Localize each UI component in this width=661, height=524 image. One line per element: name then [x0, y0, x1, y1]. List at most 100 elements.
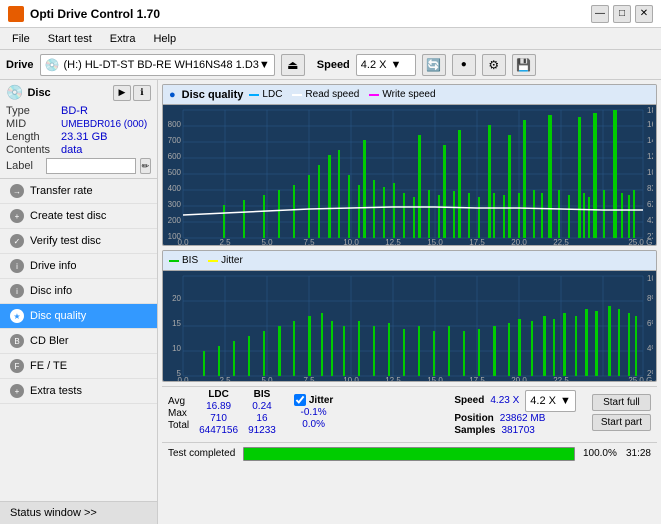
status-window-button[interactable]: Status window >> — [0, 501, 157, 524]
speed-stat-select[interactable]: 4.2 X ▼ — [525, 390, 576, 412]
svg-text:5.0: 5.0 — [261, 376, 273, 381]
sidebar-item-disc-quality[interactable]: ★ Disc quality — [0, 304, 157, 329]
extra-tests-label: Extra tests — [30, 385, 82, 397]
settings-button[interactable]: ⚙ — [482, 54, 506, 76]
disc-label-input[interactable] — [46, 158, 136, 174]
drive-value: (H:) HL-DT-ST BD-RE WH16NS48 1.D3 — [63, 59, 258, 71]
save-button[interactable]: 💾 — [512, 54, 536, 76]
chart-2-svg: 5 10 15 20 2% 4% 6% 8% 10% 0.0 2.5 5.0 — [163, 271, 653, 381]
svg-text:12.5: 12.5 — [385, 376, 401, 381]
sidebar-item-verify-test-disc[interactable]: ✓ Verify test disc — [0, 229, 157, 254]
start-full-button[interactable]: Start full — [592, 394, 651, 411]
svg-text:22.5: 22.5 — [553, 238, 569, 245]
chart2-legend: BIS Jitter — [169, 255, 243, 266]
svg-text:17.5: 17.5 — [469, 238, 485, 245]
speed-select[interactable]: 4.2 X ▼ — [356, 54, 416, 76]
cd-bler-label: CD Bler — [30, 335, 69, 347]
drive-info-label: Drive info — [30, 260, 76, 272]
avg-jitter-value: -0.1% — [294, 407, 333, 418]
svg-text:800: 800 — [168, 120, 182, 129]
svg-text:5.0: 5.0 — [261, 238, 273, 245]
sidebar-item-fe-te[interactable]: F FE / TE — [0, 354, 157, 379]
total-bis-value: 91233 — [248, 425, 276, 436]
fe-te-label: FE / TE — [30, 360, 67, 372]
max-bis-value: 16 — [248, 413, 276, 424]
svg-text:20: 20 — [172, 294, 181, 303]
bis-legend-label: BIS — [182, 255, 198, 266]
refresh-button[interactable]: 🔄 — [422, 54, 446, 76]
close-button[interactable]: ✕ — [635, 5, 653, 23]
sidebar-item-drive-info[interactable]: i Drive info — [0, 254, 157, 279]
length-label: Length — [6, 131, 61, 143]
avg-row-label: Avg — [168, 396, 189, 407]
svg-text:15.0: 15.0 — [427, 376, 443, 381]
svg-text:6X: 6X — [647, 200, 653, 209]
chart-1-svg: 100 200 300 400 500 600 700 800 2X 4X 6X… — [163, 105, 653, 245]
chart-panel-1-header: ● Disc quality LDC Read speed Write spee… — [163, 85, 656, 105]
drive-label: Drive — [6, 59, 34, 71]
disc-info-icon[interactable]: ℹ — [133, 85, 151, 101]
disc-quality-panel-title: Disc quality — [182, 89, 244, 101]
maximize-button[interactable]: □ — [613, 5, 631, 23]
svg-text:8%: 8% — [647, 294, 653, 303]
stats-jitter-col: Jitter -0.1% 0.0% — [294, 394, 333, 431]
chart-1: 100 200 300 400 500 600 700 800 2X 4X 6X… — [163, 105, 656, 245]
transfer-rate-icon: → — [10, 184, 24, 198]
disc-action-icon[interactable]: ▶ — [113, 85, 131, 101]
svg-text:12X: 12X — [647, 152, 653, 161]
progress-bar-container: Test completed 100.0% 31:28 — [162, 442, 657, 464]
svg-text:10.0: 10.0 — [343, 376, 359, 381]
extra-tests-icon: + — [10, 384, 24, 398]
svg-text:2.5: 2.5 — [219, 376, 231, 381]
progress-label: Test completed — [168, 448, 235, 459]
svg-text:20.0: 20.0 — [511, 376, 527, 381]
speed-stat-label: Speed — [454, 395, 484, 406]
drive-select[interactable]: 💿 (H:) HL-DT-ST BD-RE WH16NS48 1.D3 ▼ — [40, 54, 275, 76]
svg-text:500: 500 — [168, 168, 182, 177]
svg-text:0.0: 0.0 — [177, 238, 189, 245]
chart-panel-2-header: BIS Jitter — [163, 251, 656, 271]
bis-legend-dot — [169, 260, 179, 262]
ldc-legend-dot — [249, 94, 259, 96]
app-title: Opti Drive Control 1.70 — [30, 7, 160, 21]
label-edit-icon[interactable]: ✏ — [140, 158, 151, 174]
svg-text:22.5: 22.5 — [553, 376, 569, 381]
disc-quality-label: Disc quality — [30, 310, 86, 322]
disc-quality-panel-icon: ● — [169, 89, 176, 101]
menu-file[interactable]: File — [4, 31, 38, 47]
menu-extra[interactable]: Extra — [102, 31, 144, 47]
svg-text:15.0: 15.0 — [427, 238, 443, 245]
menu-start-test[interactable]: Start test — [40, 31, 100, 47]
svg-text:10X: 10X — [647, 168, 653, 177]
svg-text:300: 300 — [168, 200, 182, 209]
write-speed-legend-dot — [369, 94, 379, 96]
jitter-legend-label: Jitter — [221, 255, 243, 266]
total-row-label: Total — [168, 420, 189, 431]
eject-button[interactable]: ⏏ — [281, 54, 305, 76]
menu-help[interactable]: Help — [145, 31, 184, 47]
svg-text:18X: 18X — [647, 106, 653, 115]
sidebar-item-transfer-rate[interactable]: → Transfer rate — [0, 179, 157, 204]
sidebar-item-disc-info[interactable]: i Disc info — [0, 279, 157, 304]
sidebar-item-cd-bler[interactable]: B CD Bler — [0, 329, 157, 354]
sidebar-item-create-test-disc[interactable]: + Create test disc — [0, 204, 157, 229]
sidebar-item-extra-tests[interactable]: + Extra tests — [0, 379, 157, 404]
chart-2: 5 10 15 20 2% 4% 6% 8% 10% 0.0 2.5 5.0 — [163, 271, 656, 381]
start-part-button[interactable]: Start part — [592, 414, 651, 431]
svg-text:12.5: 12.5 — [385, 238, 401, 245]
progress-percent: 100.0% — [583, 448, 618, 459]
stats-bis-col: BIS 0.24 16 91233 — [248, 389, 276, 436]
content-area: ● Disc quality LDC Read speed Write spee… — [158, 80, 661, 524]
jitter-checkbox[interactable] — [294, 394, 306, 406]
disc-section-title: Disc — [27, 87, 50, 99]
read-speed-legend-label: Read speed — [305, 89, 359, 100]
speed-stat-dropdown-icon: ▼ — [560, 395, 571, 407]
svg-text:15: 15 — [172, 319, 181, 328]
stats-labels-col: Avg Max Total — [168, 395, 189, 431]
menu-bar: File Start test Extra Help — [0, 28, 661, 50]
progress-time: 31:28 — [626, 448, 651, 459]
jitter-legend-dot — [208, 260, 218, 262]
minimize-button[interactable]: — — [591, 5, 609, 23]
svg-text:25.0 GB: 25.0 GB — [628, 238, 653, 245]
disc-button[interactable]: ● — [452, 54, 476, 76]
